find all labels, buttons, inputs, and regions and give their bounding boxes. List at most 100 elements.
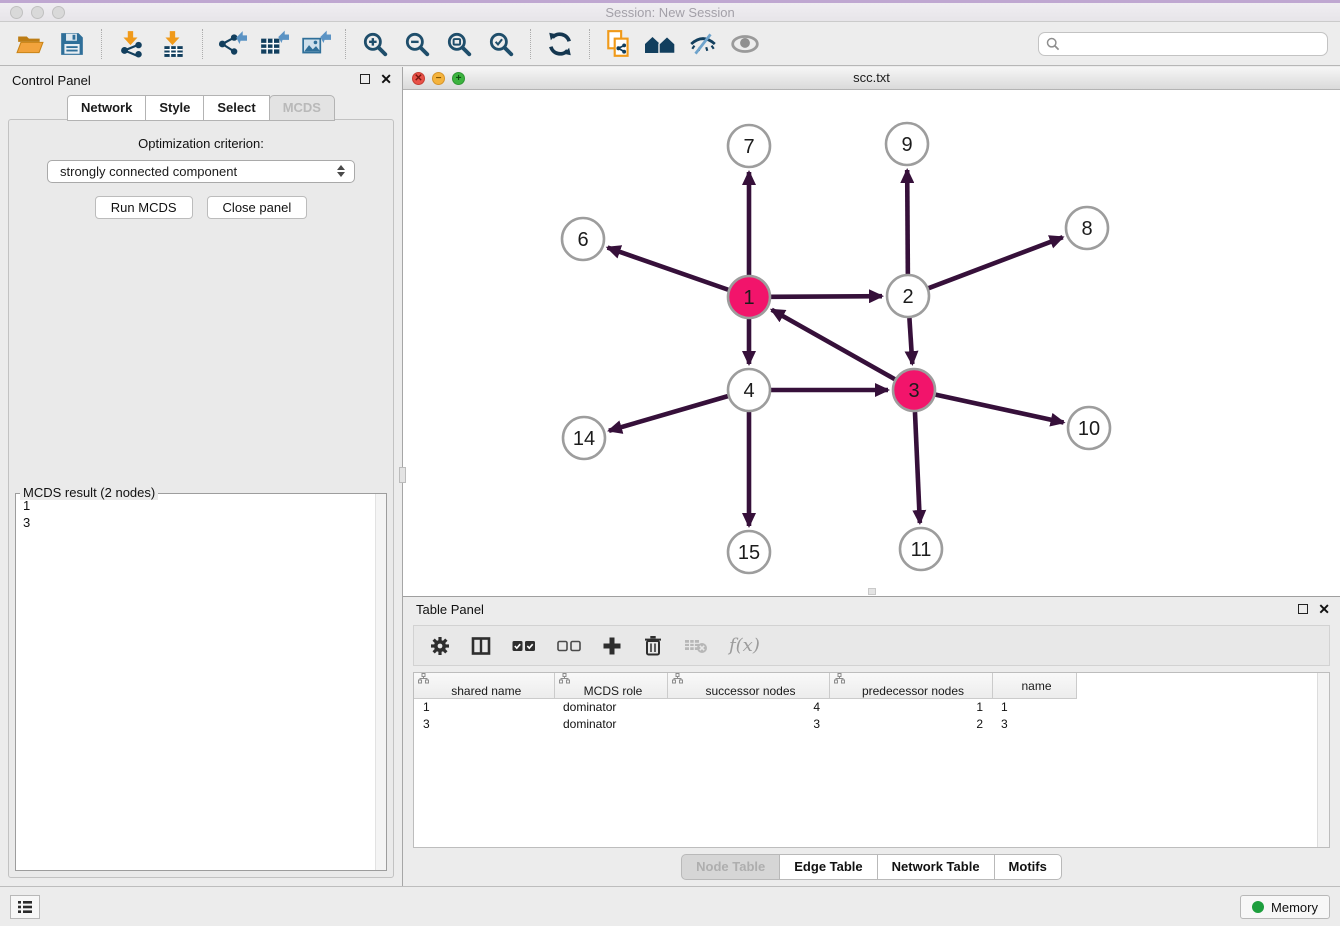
table-row[interactable]: 3dominator323 xyxy=(414,716,1076,733)
close-panel-button[interactable]: Close panel xyxy=(207,196,308,219)
table-scrollbar[interactable] xyxy=(1317,673,1329,847)
zoom-selected-button[interactable] xyxy=(483,27,519,61)
graph-edge-4-14[interactable] xyxy=(609,396,728,431)
table-cell[interactable]: dominator xyxy=(554,699,667,716)
window-minimize-icon[interactable] xyxy=(31,6,44,19)
zoom-in-button[interactable] xyxy=(357,27,393,61)
export-network-button[interactable] xyxy=(214,27,250,61)
export-table-icon xyxy=(259,30,289,58)
table-row[interactable]: 1dominator411 xyxy=(414,699,1076,716)
network-canvas[interactable]: 7 9 6 8 1 2 4 3 14 10 15 11 xyxy=(403,90,1340,596)
clone-network-button[interactable] xyxy=(601,27,637,61)
table-cell[interactable]: 1 xyxy=(829,699,992,716)
toolbar-separator xyxy=(530,29,531,59)
export-image-button[interactable] xyxy=(298,27,334,61)
graph-edge-3-1[interactable] xyxy=(772,310,895,379)
graph-node-8[interactable]: 8 xyxy=(1066,207,1108,249)
window-zoom-icon[interactable] xyxy=(52,6,65,19)
tab-network-table[interactable]: Network Table xyxy=(877,854,995,880)
window-close-icon[interactable] xyxy=(10,6,23,19)
float-panel-icon[interactable] xyxy=(1298,604,1308,614)
split-columns-icon[interactable] xyxy=(471,636,491,656)
graph-node-7[interactable]: 7 xyxy=(728,125,770,167)
window-traffic-lights[interactable] xyxy=(10,6,65,19)
function-builder-icon[interactable]: f(x) xyxy=(729,635,760,656)
show-graphics-details-button[interactable] xyxy=(727,27,763,61)
table-cell[interactable]: dominator xyxy=(554,716,667,733)
tab-network[interactable]: Network xyxy=(67,95,146,121)
tab-edge-table[interactable]: Edge Table xyxy=(779,854,877,880)
table-cell[interactable]: 3 xyxy=(992,716,1076,733)
refresh-button[interactable] xyxy=(542,27,578,61)
zoom-fit-icon xyxy=(445,30,473,58)
column-header-mcds-role[interactable]: MCDS role xyxy=(554,673,667,699)
column-header-predecessor-nodes[interactable]: predecessor nodes xyxy=(829,673,992,699)
graph-edge-2-3[interactable] xyxy=(909,318,912,364)
zoom-out-button[interactable] xyxy=(399,27,435,61)
graph-node-14[interactable]: 14 xyxy=(563,417,605,459)
graph-node-9[interactable]: 9 xyxy=(886,123,928,165)
column-header-name[interactable]: name xyxy=(992,673,1076,699)
network-graph[interactable]: 7 9 6 8 1 2 4 3 14 10 15 11 xyxy=(403,90,1338,596)
graph-edge-2-9[interactable] xyxy=(907,170,908,274)
graph-node-label: 9 xyxy=(901,134,912,156)
close-panel-icon[interactable]: ✕ xyxy=(1318,604,1330,614)
graph-node-15[interactable]: 15 xyxy=(728,531,770,573)
import-network-button[interactable] xyxy=(113,27,149,61)
tab-select[interactable]: Select xyxy=(203,95,269,121)
table-cell[interactable]: 1 xyxy=(414,699,554,716)
graph-node-1[interactable]: 1 xyxy=(728,276,770,318)
graph-node-4[interactable]: 4 xyxy=(728,369,770,411)
network-minimize-icon[interactable]: − xyxy=(432,72,445,85)
add-column-icon[interactable] xyxy=(602,636,622,656)
export-table-button[interactable] xyxy=(256,27,292,61)
table-cell[interactable]: 4 xyxy=(667,699,829,716)
table-cell[interactable]: 1 xyxy=(992,699,1076,716)
tab-style[interactable]: Style xyxy=(145,95,204,121)
tab-node-table[interactable]: Node Table xyxy=(681,854,780,880)
graph-node-2[interactable]: 2 xyxy=(887,275,929,317)
splitter-handle[interactable] xyxy=(399,467,406,483)
search-field[interactable] xyxy=(1038,32,1328,56)
save-icon xyxy=(59,31,85,57)
delete-table-icon[interactable] xyxy=(684,637,708,654)
graph-edge-3-10[interactable] xyxy=(935,395,1063,423)
show-all-networks-button[interactable] xyxy=(643,27,679,61)
column-header-shared-name[interactable]: shared name xyxy=(414,673,554,699)
float-panel-icon[interactable] xyxy=(360,74,370,84)
table-cell[interactable]: 3 xyxy=(667,716,829,733)
graph-edge-2-8[interactable] xyxy=(929,237,1063,288)
delete-column-icon[interactable] xyxy=(643,635,663,656)
column-header-successor-nodes[interactable]: successor nodes xyxy=(667,673,829,699)
graph-node-3[interactable]: 3 xyxy=(893,369,935,411)
tab-motifs[interactable]: Motifs xyxy=(994,854,1062,880)
settings-gear-icon[interactable] xyxy=(430,636,450,656)
run-mcds-button[interactable]: Run MCDS xyxy=(95,196,193,219)
mcds-result-title: MCDS result (2 nodes) xyxy=(20,485,158,500)
save-session-button[interactable] xyxy=(54,27,90,61)
graph-edge-3-11[interactable] xyxy=(915,412,920,523)
tab-mcds[interactable]: MCDS xyxy=(269,95,335,121)
memory-button[interactable]: Memory xyxy=(1240,895,1330,919)
deselect-all-checkboxes-icon[interactable] xyxy=(557,639,581,653)
optimization-criterion-select[interactable]: strongly connected component xyxy=(47,160,355,183)
close-panel-icon[interactable]: ✕ xyxy=(380,74,392,84)
splitter-handle[interactable] xyxy=(868,588,876,595)
select-all-checkboxes-icon[interactable] xyxy=(512,639,536,653)
graph-node-11[interactable]: 11 xyxy=(900,528,942,570)
graph-edge-1-2[interactable] xyxy=(771,296,882,297)
graph-node-6[interactable]: 6 xyxy=(562,218,604,260)
zoom-fit-button[interactable] xyxy=(441,27,477,61)
network-maximize-icon[interactable]: + xyxy=(452,72,465,85)
table-cell[interactable]: 3 xyxy=(414,716,554,733)
result-scrollbar[interactable] xyxy=(375,494,386,870)
network-close-icon[interactable]: ✕ xyxy=(412,72,425,85)
hide-graphics-details-button[interactable] xyxy=(685,27,721,61)
graph-node-10[interactable]: 10 xyxy=(1068,407,1110,449)
import-table-button[interactable] xyxy=(155,27,191,61)
open-session-button[interactable] xyxy=(12,27,48,61)
search-input[interactable] xyxy=(1065,35,1320,52)
graph-edge-1-6[interactable] xyxy=(608,248,729,290)
table-cell[interactable]: 2 xyxy=(829,716,992,733)
task-history-button[interactable] xyxy=(10,895,40,919)
